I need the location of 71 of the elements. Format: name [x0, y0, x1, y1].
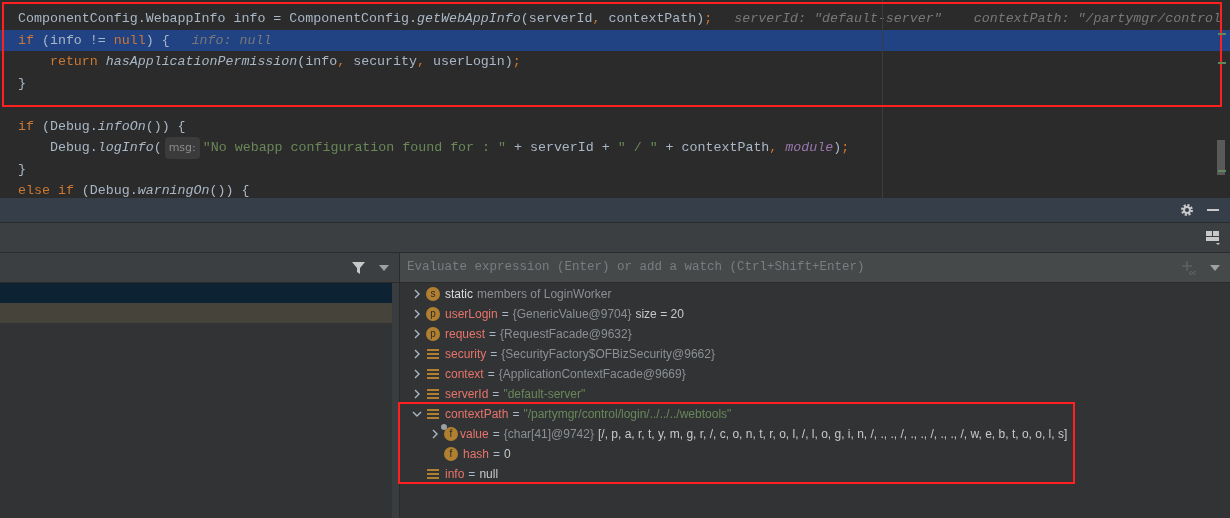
layout-icon[interactable] [1206, 230, 1220, 245]
field-badge-icon: s [426, 287, 440, 301]
code-text: return hasApplicationPermission(info, security, userLogin); [48, 53, 521, 71]
equals-sign: = [487, 366, 495, 383]
equals-sign: = [512, 406, 520, 423]
equals-sign: = [468, 466, 476, 483]
equals-sign: = [492, 426, 500, 443]
variable-name: value [460, 426, 489, 443]
chevron-right-icon[interactable] [413, 309, 421, 319]
chevron-right-icon[interactable] [431, 429, 439, 439]
chevron-down-icon[interactable] [412, 410, 422, 418]
list-icon [427, 388, 439, 400]
variable-value: members of LoginWorker [477, 286, 612, 303]
variable-value: {GenericValue@9704} [512, 306, 632, 323]
chevron-right-icon[interactable] [413, 349, 421, 359]
code-text: else if (Debug.warningOn()) { [18, 182, 250, 198]
equals-sign: = [492, 386, 500, 403]
equals-sign: = [490, 346, 498, 363]
field-badge-icon: f [441, 424, 458, 441]
variable-name: contextPath [445, 406, 509, 423]
filter-icon[interactable] [352, 261, 365, 274]
caret-down-icon[interactable] [1210, 264, 1220, 271]
settings-icon[interactable] [1180, 203, 1194, 217]
code-text: if (info != null) { [18, 31, 170, 50]
variable-name: context [445, 366, 484, 383]
inline-value-hint: contextPath: "/partymgr/control [973, 10, 1222, 28]
equals-sign: = [489, 326, 497, 343]
variable-name: request [445, 326, 486, 343]
caret-down-icon[interactable] [379, 264, 389, 271]
variable-name: serverId [445, 386, 489, 403]
chevron-right-icon[interactable] [413, 369, 421, 379]
variable-name: userLogin [445, 306, 498, 323]
variable-name: info [445, 466, 465, 483]
change-marker [1218, 33, 1226, 35]
code-text: } [18, 74, 26, 93]
change-marker [1218, 62, 1226, 64]
variable-value: {RequestFacade@9632} [500, 326, 632, 343]
field-badge-icon: p [426, 307, 440, 321]
chevron-right-icon[interactable] [413, 389, 421, 399]
field-badge-icon: f [444, 447, 458, 461]
list-icon [427, 468, 439, 480]
variable-name: static [445, 286, 473, 303]
variable-value: "default-server" [503, 386, 586, 403]
variable-value: {ApplicationContextFacade@9669} [498, 366, 686, 383]
scrollbar-thumb[interactable] [1217, 140, 1225, 175]
code-text: ComponentConfig.WebappInfo info = ComponentConfig.getWebAppInfo(serverId, contextPath); [18, 10, 713, 28]
field-badge-icon: p [426, 327, 440, 341]
variable-value: size = 20 [635, 306, 684, 323]
variable-value: 0 [504, 446, 511, 463]
code-text: if (Debug.infoOn()) { [18, 117, 186, 136]
code-text: "No webapp configuration found for : " + serverId + " / " + contextPath, module); [202, 139, 850, 157]
inline-value-hint: serverId: "default-server" [734, 10, 942, 28]
variable-name: security [445, 346, 487, 363]
chevron-right-icon[interactable] [413, 329, 421, 339]
variable-value: {char[41]@9742} [503, 426, 594, 443]
list-icon [427, 368, 439, 380]
code-text: } [18, 160, 26, 179]
variable-name: hash [463, 446, 490, 463]
change-marker [1218, 170, 1226, 172]
chevron-right-icon[interactable] [413, 289, 421, 299]
list-icon [427, 348, 439, 360]
variable-value: null [479, 466, 499, 483]
parameter-hint: msg: [164, 137, 200, 159]
list-icon [427, 408, 439, 420]
variable-value: [/, p, a, r, t, y, m, g, r, /, c, o, n, t, r, o, l, /, l, o, g, i, n, /, ., ., /, ., ., /, ., ., /, w, e, b, t, o, o, l, s] [597, 426, 1068, 443]
variable-value: "/partymgr/control/login/../../../webtools" [523, 406, 732, 423]
variable-value: {SecurityFactory$OFBizSecurity@9662} [501, 346, 715, 363]
inline-value-hint: info: null [191, 31, 272, 50]
equals-sign: = [493, 446, 501, 463]
equals-sign: = [501, 306, 509, 323]
code-text: Debug.logInfo( [48, 139, 162, 157]
